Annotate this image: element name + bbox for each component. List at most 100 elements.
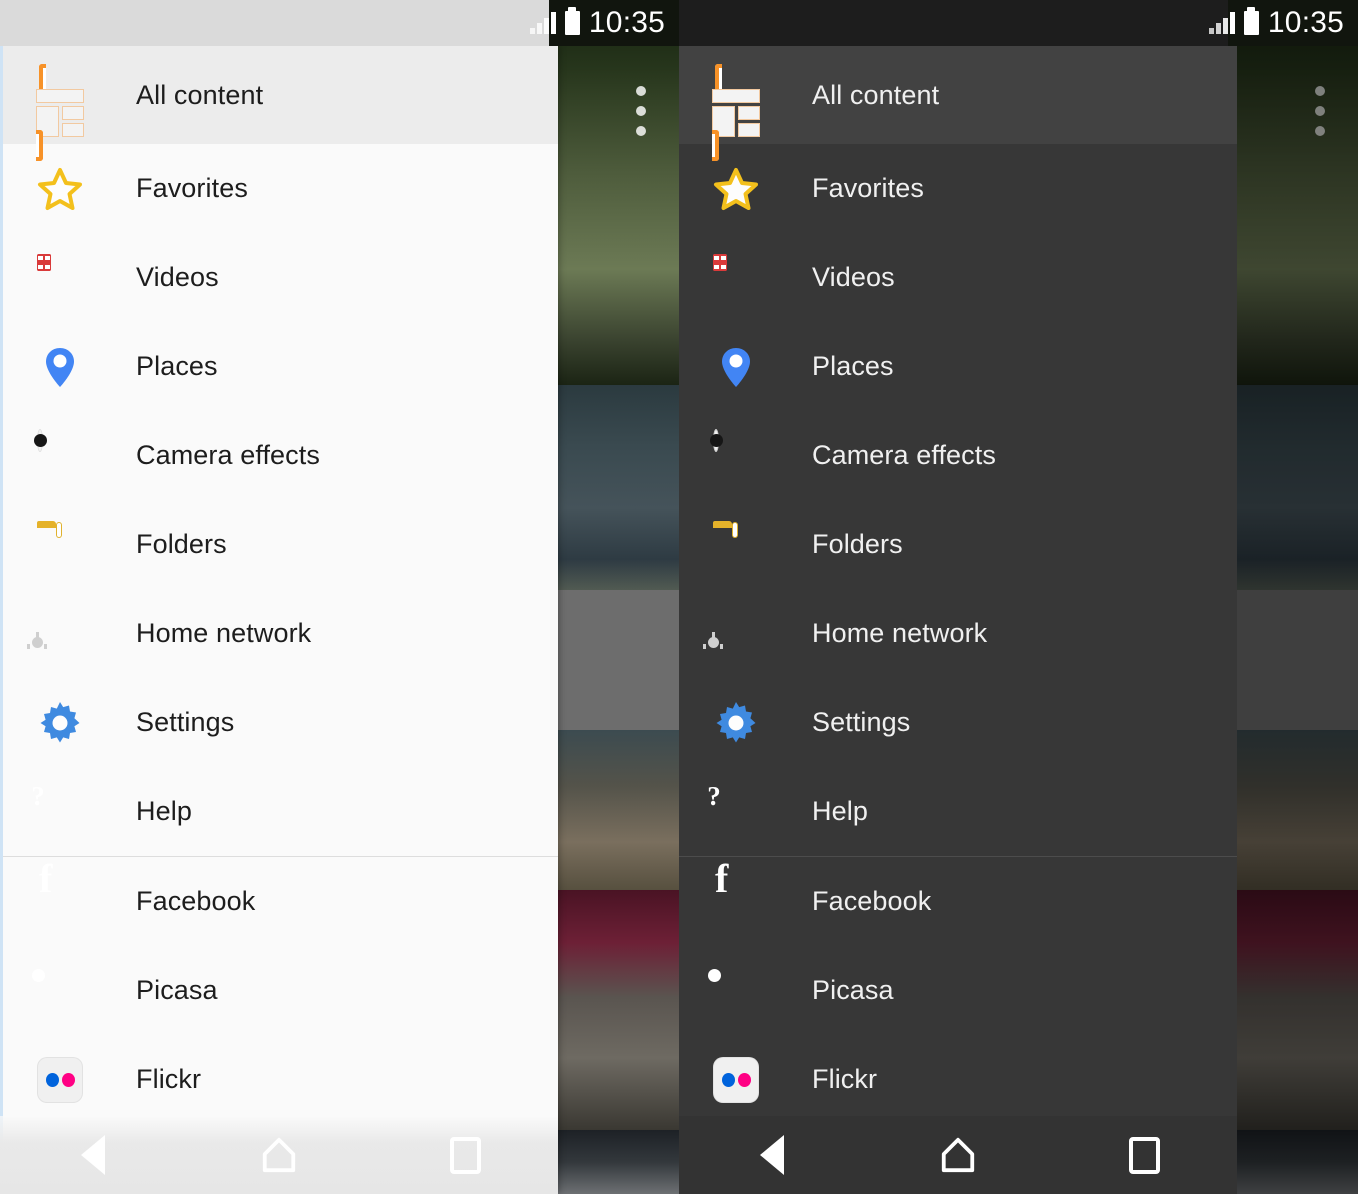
thumbnail-dusk-field[interactable]	[1228, 1130, 1358, 1194]
signal-bars-icon	[1208, 12, 1235, 34]
help-bubble-icon: ?	[31, 780, 45, 811]
thumbnail-water-shore[interactable]	[549, 385, 679, 590]
drawer-item-settings[interactable]: Settings	[679, 678, 1237, 767]
home-pentagon-icon	[941, 1137, 975, 1173]
drawer-item-picasa[interactable]: Picasa	[3, 946, 558, 1035]
drawer-item-videos[interactable]: Videos	[3, 233, 558, 322]
drawer-item-label: Flickr	[136, 1064, 202, 1094]
drawer-scroll-area[interactable]: All content Favorites Videos Places Came…	[679, 46, 1237, 1194]
thumbnail-purple-sky[interactable]	[549, 890, 679, 1130]
drawer-scroll-area[interactable]: All content Favorites Videos Places Came…	[3, 46, 558, 1194]
map-pin-icon	[712, 343, 760, 391]
drawer-item-flickr[interactable]: Flickr	[3, 1035, 558, 1124]
drawer-item-favorites[interactable]: Favorites	[679, 144, 1237, 233]
status-bar: 10:35	[679, 0, 1358, 46]
drawer-item-label: Places	[812, 351, 894, 381]
drawer-item-help[interactable]: ? Help	[3, 767, 558, 856]
drawer-item-help[interactable]: ? Help	[679, 767, 1237, 856]
folder-icon	[712, 520, 760, 569]
drawer-item-label: Flickr	[812, 1064, 878, 1094]
drawer-item-label: Home network	[812, 618, 988, 648]
status-bar: 10:35	[0, 0, 679, 46]
drawer-item-label: Home network	[136, 618, 312, 648]
nav-back-button[interactable]	[729, 1129, 815, 1181]
drawer-item-facebook[interactable]: f Facebook	[679, 857, 1237, 946]
all-content-icon	[712, 64, 760, 161]
thumbnail-water-shore[interactable]	[1228, 385, 1358, 590]
battery-icon	[1243, 7, 1259, 35]
thumbnail-placeholder[interactable]	[549, 590, 679, 730]
recents-square-icon	[449, 1136, 481, 1174]
nav-recents-button[interactable]	[422, 1129, 508, 1181]
drawer-item-picasa[interactable]: Picasa	[679, 946, 1237, 1035]
status-bar-clock: 10:35	[1267, 6, 1344, 39]
drawer-item-label: Facebook	[136, 886, 256, 916]
system-navigation-bar	[679, 1116, 1237, 1194]
star-icon	[712, 165, 760, 213]
drawer-item-places[interactable]: Places	[3, 322, 558, 411]
nav-recents-button[interactable]	[1101, 1129, 1187, 1181]
thumbnail-purple-sky[interactable]	[1228, 890, 1358, 1130]
nav-back-button[interactable]	[50, 1129, 136, 1181]
overflow-dots-icon[interactable]	[636, 86, 646, 146]
drawer-item-camera-effects[interactable]: Camera effects	[3, 411, 558, 500]
drawer-item-places[interactable]: Places	[679, 322, 1237, 411]
drawer-item-folders[interactable]: Folders	[3, 500, 558, 589]
nav-home-button[interactable]	[915, 1129, 1001, 1181]
drawer-item-facebook[interactable]: f Facebook	[3, 857, 558, 946]
drawer-item-settings[interactable]: Settings	[3, 678, 558, 767]
nav-home-button[interactable]	[236, 1129, 322, 1181]
navigation-drawer: All content Favorites Videos Places Came…	[0, 46, 558, 1194]
drawer-item-label: All content	[812, 79, 940, 110]
thumbnail-dusk-field[interactable]	[549, 1130, 679, 1194]
navigation-drawer: All content Favorites Videos Places Came…	[679, 46, 1237, 1194]
color-wheel-icon	[712, 429, 760, 480]
facebook-icon: f	[36, 858, 84, 926]
status-bar-left-fill	[0, 0, 549, 46]
home-pentagon-icon	[262, 1137, 296, 1173]
drawer-item-home-network[interactable]: Home network	[3, 589, 558, 678]
panel-light-theme: 10:35 All content Favorites Videos Place…	[0, 0, 679, 1194]
drawer-item-label: Settings	[136, 707, 235, 737]
drawer-item-label: Favorites	[812, 173, 924, 203]
drawer-item-label: Videos	[812, 262, 895, 292]
drawer-item-label: All content	[136, 79, 264, 110]
drawer-item-label: Camera effects	[812, 440, 996, 470]
drawer-item-label: Folders	[812, 529, 903, 559]
picasa-icon	[712, 967, 760, 1015]
drawer-item-label: Picasa	[812, 975, 894, 1005]
network-server-icon	[27, 610, 84, 658]
background-photo-strip	[549, 0, 679, 1194]
help-bubble-icon: ?	[707, 780, 721, 811]
recents-square-icon	[1128, 1136, 1160, 1174]
drawer-item-favorites[interactable]: Favorites	[3, 144, 558, 233]
panel-dark-theme: 10:35 All content Favorites Videos Place…	[679, 0, 1358, 1194]
thumbnail-rocks[interactable]	[1228, 730, 1358, 890]
drawer-item-label: Help	[136, 796, 192, 826]
drawer-item-label: Camera effects	[136, 440, 320, 470]
status-bar-clock: 10:35	[588, 6, 665, 39]
drawer-item-label: Settings	[812, 707, 911, 737]
folder-icon	[36, 520, 84, 569]
map-pin-icon	[36, 343, 84, 391]
battery-icon	[564, 7, 580, 35]
drawer-item-label: Picasa	[136, 975, 218, 1005]
drawer-item-camera-effects[interactable]: Camera effects	[679, 411, 1237, 500]
thumbnail-rocks[interactable]	[549, 730, 679, 890]
thumbnail-trees-lake[interactable]	[1228, 0, 1358, 385]
drawer-item-label: Folders	[136, 529, 227, 559]
drawer-item-all-content[interactable]: All content	[679, 46, 1237, 161]
thumbnail-trees-lake[interactable]	[549, 0, 679, 385]
drawer-item-all-content[interactable]: All content	[3, 46, 558, 161]
drawer-item-videos[interactable]: Videos	[679, 233, 1237, 322]
drawer-item-folders[interactable]: Folders	[679, 500, 1237, 589]
drawer-item-home-network[interactable]: Home network	[679, 589, 1237, 678]
gear-icon	[712, 699, 760, 747]
drawer-item-flickr[interactable]: Flickr	[679, 1035, 1237, 1124]
flickr-icon	[712, 1056, 760, 1104]
drawer-item-label: Facebook	[812, 886, 932, 916]
overflow-dots-icon[interactable]	[1315, 86, 1325, 146]
thumbnail-placeholder[interactable]	[1228, 590, 1358, 730]
drawer-item-label: Help	[812, 796, 868, 826]
film-icon	[36, 253, 84, 302]
